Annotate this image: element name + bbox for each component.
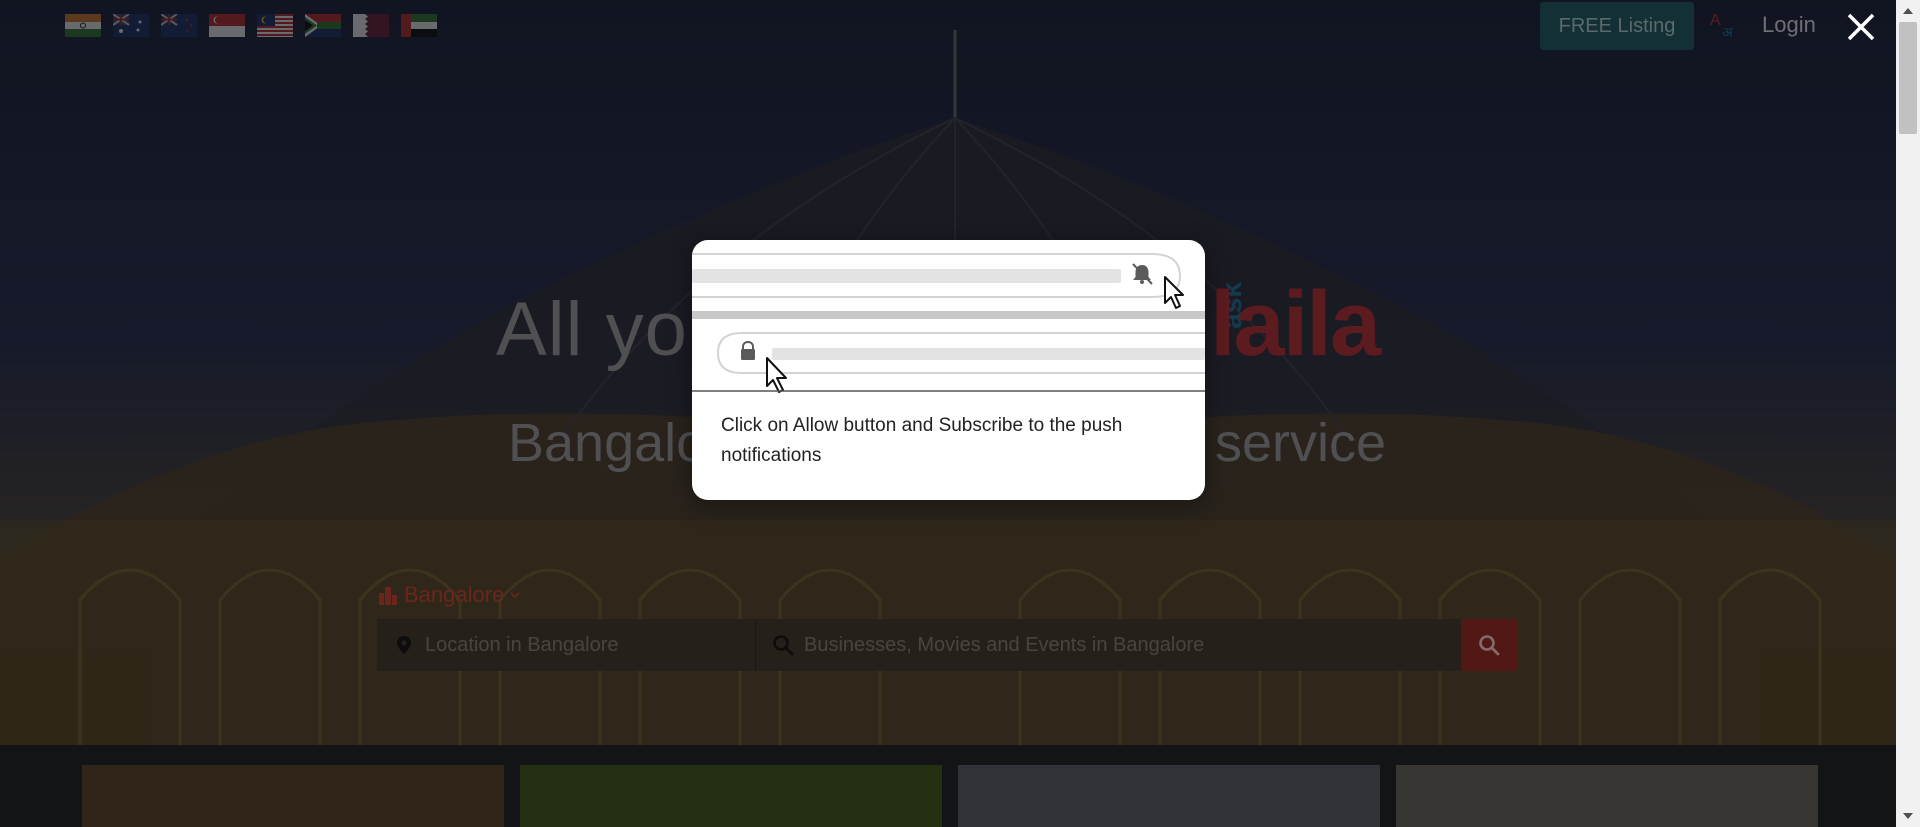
city-label: Bangalore — [404, 582, 505, 607]
scrollbar-thumb[interactable] — [1899, 22, 1917, 134]
india-flag-icon[interactable] — [65, 14, 101, 37]
chevron-down-icon — [510, 592, 520, 599]
south-africa-flag-icon[interactable] — [305, 14, 341, 37]
vertical-scrollbar[interactable] — [1896, 0, 1920, 827]
category-card-dining[interactable] — [82, 765, 504, 827]
category-card-services[interactable] — [1396, 765, 1818, 827]
category-card-green[interactable] — [520, 765, 942, 827]
push-notification-modal: Click on Allow button and Subscribe to t… — [692, 240, 1205, 500]
map-pin-icon — [397, 636, 411, 654]
svg-text:A: A — [1710, 12, 1721, 29]
allow-notifications-illustration — [692, 253, 1205, 393]
uae-flag-icon[interactable] — [401, 14, 437, 37]
city-buildings-icon — [379, 587, 397, 605]
location-input[interactable] — [425, 620, 755, 670]
search-icon — [773, 635, 794, 656]
city-selector[interactable]: Bangalore — [378, 582, 520, 608]
hero-subhead: Bangalo — [508, 413, 707, 473]
search-icon — [1479, 635, 1500, 656]
search-bar — [377, 619, 1517, 671]
login-link[interactable]: Login — [1762, 12, 1816, 38]
translate-icon[interactable]: A अ — [1708, 10, 1740, 40]
query-input[interactable] — [804, 620, 1461, 670]
category-card-events[interactable] — [958, 765, 1380, 827]
free-listing-button[interactable]: FREE Listing — [1540, 2, 1694, 50]
search-button[interactable] — [1461, 619, 1517, 671]
singapore-flag-icon[interactable] — [209, 14, 245, 37]
qatar-flag-icon[interactable] — [353, 14, 389, 37]
modal-message: Click on Allow button and Subscribe to t… — [721, 415, 1123, 466]
country-flags — [65, 14, 437, 37]
svg-text:अ: अ — [1722, 24, 1733, 40]
scroll-down-arrow-icon[interactable] — [1896, 805, 1920, 827]
new-zealand-flag-icon[interactable] — [161, 14, 197, 37]
australia-flag-icon[interactable] — [113, 14, 149, 37]
hero-subhead-right: service — [1215, 413, 1387, 473]
close-icon[interactable] — [1846, 12, 1876, 42]
malaysia-flag-icon[interactable] — [257, 14, 293, 37]
query-field — [756, 619, 1461, 671]
asklaila-logo: laila — [1210, 273, 1381, 375]
location-field — [377, 619, 756, 671]
scroll-up-arrow-icon[interactable] — [1896, 0, 1920, 22]
